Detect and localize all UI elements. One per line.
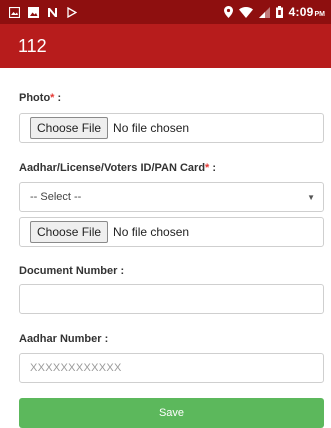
app-bar: 112 — [0, 24, 331, 68]
photo-choose-file-button[interactable]: Choose File — [30, 117, 109, 139]
status-bar: 4:09PM — [0, 0, 331, 24]
photo-file-status: No file chosen — [113, 121, 190, 135]
photo-file-input[interactable]: Choose File No file chosen — [19, 113, 324, 143]
image-icon — [28, 6, 39, 18]
save-button[interactable]: Save — [19, 398, 324, 428]
aadhar-number-label: Aadhar Number : — [19, 333, 109, 345]
status-bar-left — [9, 6, 77, 18]
id-document-file-status: No file chosen — [113, 225, 190, 239]
caret-down-icon: ▼ — [307, 192, 315, 202]
gallery-icon — [9, 6, 20, 18]
wifi-icon — [238, 6, 253, 18]
document-number-label: Document Number : — [19, 265, 125, 277]
id-document-file-input[interactable]: Choose File No file chosen — [19, 217, 324, 247]
battery-icon — [275, 6, 283, 18]
label-suffix: : — [54, 92, 62, 104]
select-value: -- Select -- — [30, 191, 82, 203]
document-number-input[interactable] — [19, 284, 324, 314]
clock-ampm: PM — [314, 11, 326, 18]
id-document-label-text: Aadhar/License/Voters ID/PAN Card — [19, 162, 206, 174]
signal-icon — [258, 6, 270, 18]
id-document-choose-file-button[interactable]: Choose File — [30, 221, 109, 243]
location-icon — [223, 6, 233, 18]
status-bar-right: 4:09PM — [223, 3, 325, 21]
aadhar-number-placeholder: XXXXXXXXXXXX — [30, 362, 122, 374]
n-icon — [47, 7, 58, 18]
label-suffix: : — [209, 162, 217, 174]
aadhar-number-input[interactable]: XXXXXXXXXXXX — [19, 353, 324, 383]
play-icon — [66, 6, 77, 18]
photo-label: Photo* : — [19, 92, 61, 104]
status-time: 4:09PM — [289, 3, 325, 21]
photo-label-text: Photo — [19, 92, 51, 104]
clock-time: 4:09 — [288, 5, 314, 19]
id-document-label: Aadhar/License/Voters ID/PAN Card* : — [19, 162, 216, 174]
app-title: 112 — [18, 35, 47, 56]
id-document-type-select[interactable]: -- Select -- ▼ — [19, 182, 324, 212]
